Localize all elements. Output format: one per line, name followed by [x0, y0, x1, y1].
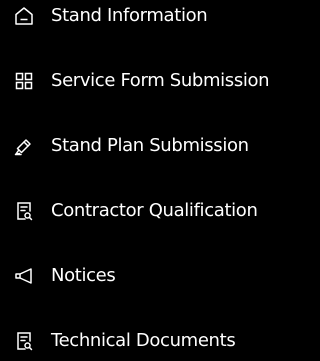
pen-icon [12, 134, 36, 158]
menu-item-contractor-qualification[interactable]: Contractor Qualification [0, 191, 276, 231]
document-search-icon [12, 329, 36, 353]
side-menu: Stand Information Service Form Submissio… [0, 0, 276, 356]
menu-item-label: Service Form Submission [51, 70, 270, 91]
menu-item-stand-information[interactable]: Stand Information [0, 0, 276, 36]
menu-item-label: Stand Plan Submission [51, 135, 249, 156]
document-search-icon [12, 199, 36, 223]
menu-item-label: Notices [51, 265, 116, 286]
megaphone-icon [12, 264, 36, 288]
menu-item-notices[interactable]: Notices [0, 256, 276, 296]
menu-item-label: Technical Documents [51, 330, 236, 351]
grid-icon [12, 69, 36, 93]
home-icon [12, 4, 36, 28]
menu-item-label: Stand Information [51, 5, 208, 26]
menu-item-stand-plan-submission[interactable]: Stand Plan Submission [0, 126, 276, 166]
menu-item-label: Contractor Qualification [51, 200, 258, 221]
menu-item-technical-documents[interactable]: Technical Documents [0, 321, 276, 361]
menu-item-service-form-submission[interactable]: Service Form Submission [0, 61, 276, 101]
